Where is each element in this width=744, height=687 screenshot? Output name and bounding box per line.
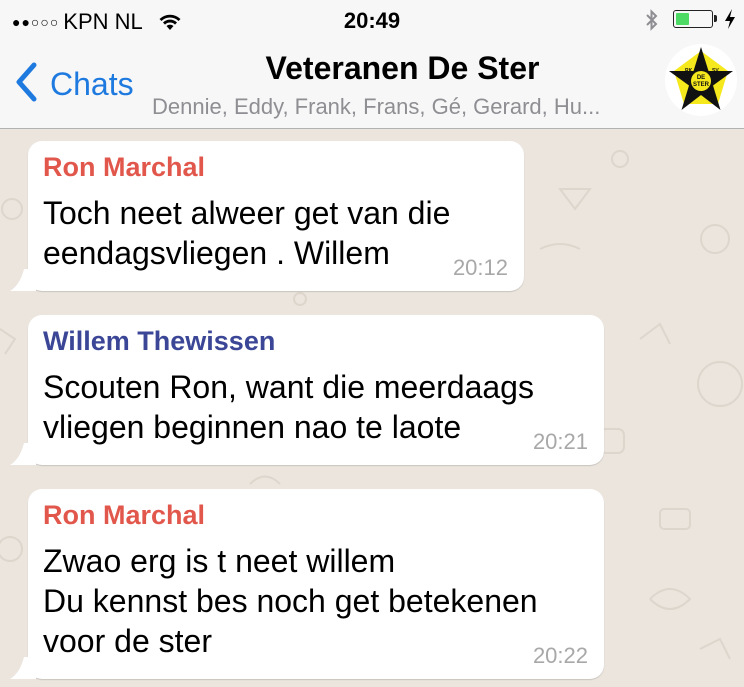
logo-text-de: DE <box>697 75 705 81</box>
logo-text-rk: RK <box>685 68 693 74</box>
battery-icon <box>673 10 713 28</box>
charging-bolt-icon <box>724 8 736 35</box>
sender-name[interactable]: Ron Marchal <box>43 149 508 185</box>
message-time: 20:12 <box>452 255 508 280</box>
message-text: Zwao erg is t neet willem Du kennst bes … <box>43 543 538 659</box>
message-list[interactable]: Ron Marchal Toch neet alweer get van die… <box>0 129 744 687</box>
group-avatar[interactable]: RK SV DE STER STEIN <box>665 44 737 116</box>
bubble-tail-icon <box>10 657 36 679</box>
logo-text-sv: SV <box>712 68 719 74</box>
logo-text-ster: STER <box>693 82 710 88</box>
message-text: Toch neet alweer get van die eendagsvlie… <box>43 195 451 271</box>
participants-list[interactable]: Dennie, Eddy, Frank, Frans, Gé, Gerard, … <box>152 94 600 120</box>
battery-level <box>676 13 689 25</box>
navigation-bar: Chats Veteranen De Ster Dennie, Eddy, Fr… <box>0 40 744 129</box>
chat-title[interactable]: Veteranen De Ster <box>150 50 655 87</box>
bubble-tail-icon <box>10 269 36 291</box>
bluetooth-icon <box>644 8 660 37</box>
logo-text-stein: STEIN <box>695 99 707 104</box>
message-text: Scouten Ron, want die meerdaags vliegen … <box>43 369 534 445</box>
message-bubble[interactable]: Willem Thewissen Scouten Ron, want die m… <box>10 315 604 465</box>
status-bar: ●●○○○ KPN NL 20:49 <box>0 0 744 40</box>
back-label: Chats <box>50 65 134 102</box>
sender-name[interactable]: Ron Marchal <box>43 497 588 533</box>
message-time: 20:21 <box>532 429 588 454</box>
club-logo-icon: RK SV DE STER STEIN <box>665 44 737 116</box>
battery-nub <box>714 15 717 22</box>
status-time: 20:49 <box>343 8 401 33</box>
message-bubble[interactable]: Ron Marchal Toch neet alweer get van die… <box>10 141 524 291</box>
message-bubble[interactable]: Ron Marchal Zwao erg is t neet willem Du… <box>10 489 604 679</box>
back-button[interactable]: Chats <box>14 62 134 106</box>
bubble-tail-icon <box>10 443 36 465</box>
sender-name[interactable]: Willem Thewissen <box>43 323 588 359</box>
chevron-left-icon <box>14 62 38 107</box>
message-time: 20:22 <box>532 643 588 668</box>
